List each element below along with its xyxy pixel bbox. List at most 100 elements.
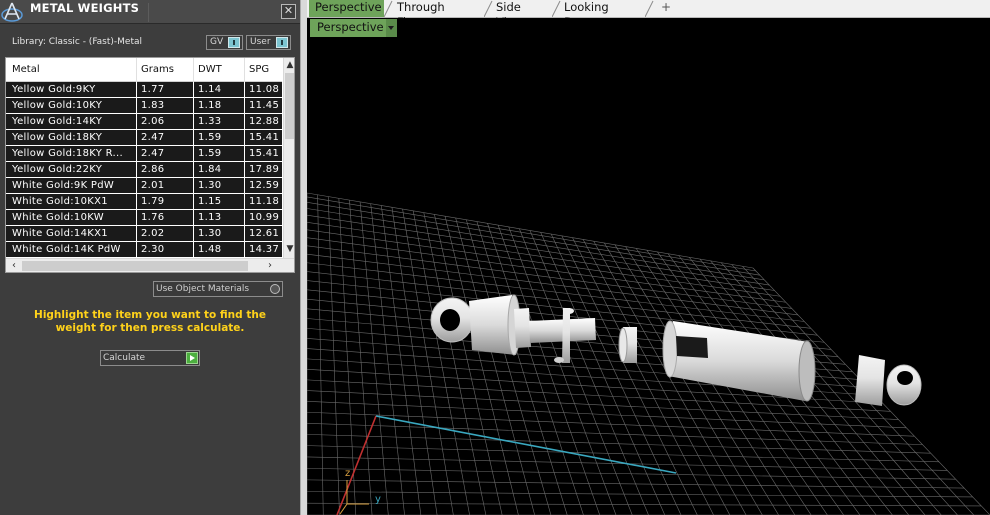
cell-divider <box>193 114 194 129</box>
cell-divider <box>244 194 245 209</box>
cell-spg: 10.99 <box>249 212 280 223</box>
cell-divider <box>244 162 245 177</box>
tab-perspective[interactable]: Perspective <box>309 0 384 17</box>
column-header-metal[interactable]: Metal <box>12 64 40 75</box>
x-axis-line <box>336 415 377 515</box>
cell-divider <box>193 210 194 225</box>
add-tab-button[interactable]: + <box>653 0 679 17</box>
scroll-left-icon[interactable]: ‹ <box>8 259 20 272</box>
grid-line <box>317 194 324 515</box>
cell-dwt: 1.59 <box>198 132 222 143</box>
cell-spg: 14.37 <box>249 244 280 255</box>
horizontal-scrollbar[interactable]: ‹ › <box>6 258 294 272</box>
grid-line <box>487 223 584 515</box>
horizontal-scroll-thumb[interactable] <box>22 261 248 271</box>
cell-dwt: 1.30 <box>198 180 222 191</box>
table-row[interactable]: Yellow Gold:18KY 2.47 1.59 15.41 <box>6 130 282 146</box>
table-row[interactable]: Yellow Gold:14KY 2.06 1.33 12.88 <box>6 114 282 130</box>
cell-grams: 2.01 <box>141 180 165 191</box>
vertical-scrollbar[interactable]: ▲ ▼ <box>283 58 294 258</box>
column-header-spg[interactable]: SPG <box>249 64 269 75</box>
cell-divider <box>193 162 194 177</box>
cell-divider <box>193 146 194 161</box>
grid-line <box>476 221 568 515</box>
cell-divider <box>244 178 245 193</box>
cell-spg: 12.59 <box>249 180 280 191</box>
tab-looking-down[interactable]: Looking Down <box>558 0 648 29</box>
grid-line <box>455 217 535 515</box>
cell-metal: Yellow Gold:22KY <box>12 164 103 175</box>
cell-divider <box>244 82 245 97</box>
table-row[interactable]: Yellow Gold:18KY R... 2.47 1.59 15.41 <box>6 146 282 162</box>
y-axis-line <box>375 415 677 474</box>
scroll-up-icon[interactable]: ▲ <box>284 58 294 72</box>
user-toggle[interactable]: User <box>246 35 291 50</box>
cell-divider <box>193 226 194 241</box>
grid-line <box>307 237 786 303</box>
cell-metal: Yellow Gold:9KY <box>12 84 96 95</box>
use-object-materials-toggle[interactable]: Use Object Materials <box>153 281 283 297</box>
column-header-grams[interactable]: Grams <box>141 64 174 75</box>
table-row[interactable]: White Gold:14KX1 2.02 1.30 12.61 <box>6 226 282 242</box>
table-row[interactable]: Yellow Gold:22KY 2.86 1.84 17.89 <box>6 162 282 178</box>
chevron-down-icon[interactable] <box>386 19 397 37</box>
cell-divider <box>136 242 137 257</box>
cell-divider <box>244 242 245 257</box>
gv-toggle[interactable]: GV <box>206 35 243 50</box>
gv-toggle-switch-icon[interactable] <box>228 37 240 48</box>
table-row[interactable]: Yellow Gold:10KY 1.83 1.18 11.45 <box>6 98 282 114</box>
cell-metal: White Gold:14K PdW <box>12 244 121 255</box>
cell-spg: 12.88 <box>249 116 280 127</box>
grid-line <box>307 214 770 286</box>
user-toggle-label: User <box>250 37 271 47</box>
scroll-right-icon[interactable]: › <box>264 259 276 272</box>
table-row[interactable]: White Gold:10KW 1.76 1.13 10.99 <box>6 210 282 226</box>
header-divider <box>148 3 149 22</box>
play-arrow-icon[interactable] <box>186 352 198 364</box>
cell-dwt: 1.48 <box>198 244 222 255</box>
grid-line <box>327 196 340 515</box>
tab-through-finger[interactable]: Through Finger <box>391 0 485 29</box>
3d-viewport[interactable]: z y Perspective <box>307 18 990 515</box>
grid-line <box>307 208 765 281</box>
cell-spg: 11.18 <box>249 196 280 207</box>
user-toggle-switch-icon[interactable] <box>276 37 288 48</box>
calculate-button[interactable]: Calculate <box>100 350 200 366</box>
column-header-dwt[interactable]: DWT <box>198 64 222 75</box>
table-row[interactable]: White Gold:10KX1 1.79 1.15 11.18 <box>6 194 282 210</box>
cell-grams: 1.79 <box>141 196 165 207</box>
cell-grams: 2.47 <box>141 132 165 143</box>
cell-grams: 1.76 <box>141 212 165 223</box>
view-mode-label: Perspective <box>317 20 384 34</box>
cell-divider <box>136 210 137 225</box>
cell-divider <box>193 130 194 145</box>
cell-divider <box>244 114 245 129</box>
cell-spg: 11.08 <box>249 84 280 95</box>
cell-metal: White Gold:10KW <box>12 212 104 223</box>
cell-spg: 15.41 <box>249 148 280 159</box>
radio-icon[interactable] <box>270 284 280 294</box>
vertical-scroll-thumb[interactable] <box>285 73 294 139</box>
metal-weights-panel: METAL WEIGHTS ✕ Library: Classic - (Fast… <box>0 0 300 515</box>
scroll-down-icon[interactable]: ▼ <box>284 242 294 256</box>
grid-line <box>412 210 470 515</box>
table-row[interactable]: White Gold:9K PdW 2.01 1.30 12.59 <box>6 178 282 194</box>
cell-divider <box>193 194 194 209</box>
scrollbar-corner <box>282 259 294 272</box>
cell-divider <box>136 98 137 113</box>
table-row[interactable]: White Gold:14K PdW 2.30 1.48 14.37 <box>6 242 282 258</box>
grid-line <box>391 207 438 515</box>
panel-splitter[interactable] <box>300 0 307 515</box>
cell-dwt: 1.15 <box>198 196 222 207</box>
tab-side-view[interactable]: Side View <box>490 0 554 29</box>
cell-grams: 2.02 <box>141 228 165 239</box>
cell-grams: 1.77 <box>141 84 165 95</box>
view-mode-dropdown[interactable]: Perspective <box>310 19 397 37</box>
cell-grams: 2.86 <box>141 164 165 175</box>
grid-line <box>349 200 373 515</box>
cell-divider <box>136 226 137 241</box>
cell-dwt: 1.30 <box>198 228 222 239</box>
table-row[interactable]: Yellow Gold:9KY 1.77 1.14 11.08 <box>6 82 282 98</box>
viewport-tab-bar: Perspective Through Finger Side View Loo… <box>307 0 990 29</box>
close-button[interactable]: ✕ <box>281 4 296 19</box>
